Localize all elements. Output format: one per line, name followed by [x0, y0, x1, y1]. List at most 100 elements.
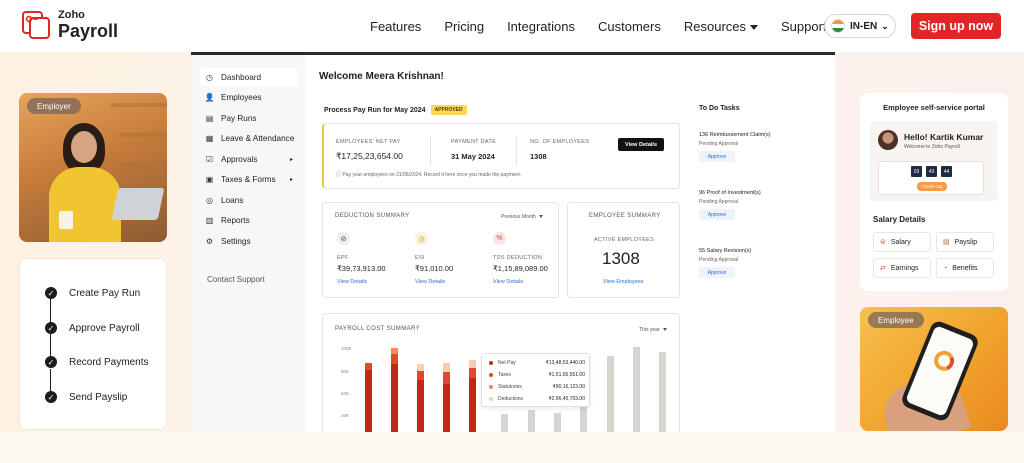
check-icon: ✓ [45, 287, 57, 299]
epf-view-details-link[interactable]: View Details [337, 279, 367, 285]
deduction-period-dropdown[interactable]: Previous Month [501, 214, 543, 220]
nav-pricing[interactable]: Pricing [444, 19, 484, 34]
deduction-summary-panel: DEDUCTION SUMMARY Previous Month ⊘ ◷ % E… [322, 202, 559, 298]
payslip-button[interactable]: ▤ Payslip [936, 232, 994, 252]
ess-greeting-box: Hello! Kartik Kumar Welcome to Zoho Payr… [870, 121, 998, 201]
nav-support[interactable]: Support [781, 19, 827, 34]
deduction-summary-title: DEDUCTION SUMMARY [335, 213, 410, 219]
epf-icon: ⊘ [337, 232, 350, 245]
sidebar-item-loans[interactable]: ◎ Loans [200, 191, 298, 209]
india-flag-icon [831, 19, 845, 33]
payrun-note-text: Pay your employees on 31/05/2024. Record… [342, 172, 522, 178]
laptop-illustration [111, 188, 165, 220]
step-send-payslip: ✓ Send Payslip [45, 391, 127, 403]
y-tick-label: 100K [341, 346, 352, 351]
payslip-icon: ▤ [943, 239, 950, 246]
cost-bar [443, 384, 450, 432]
dashboard-main: Welcome Meera Krishnan! Process Pay Run … [305, 55, 835, 432]
todo-item: 55 Salary Revision(s) Pending Approval A… [699, 248, 751, 278]
employer-person-face [71, 131, 97, 163]
payslip-button-label: Payslip [954, 238, 978, 246]
sidebar-item-taxes-forms[interactable]: ▣ Taxes & Forms ▸ [200, 170, 298, 188]
shelf-decor [111, 103, 167, 107]
cost-bar [469, 368, 476, 378]
payroll-cost-panel: PAYROLL COST SUMMARY This year 100K 80K … [322, 313, 680, 432]
sidebar-item-label: Taxes & Forms [221, 174, 276, 184]
active-employees-label: ACTIVE EMPLOYEES [594, 237, 655, 243]
hero-bottom-strip [0, 432, 1024, 463]
approve-button[interactable]: Approve [699, 209, 735, 220]
chart-tooltip: Net Pay ₹13,48,53,440.00 Taxes ₹1,51,56,55… [481, 353, 590, 407]
cost-bar [365, 363, 372, 370]
benefits-button[interactable]: ◔ Benefits [936, 258, 994, 278]
sidebar-item-leave-attendance[interactable]: ▦ Leave & Attendance [200, 129, 298, 147]
zoho-payroll-logo[interactable]: Zoho Payroll [21, 10, 118, 40]
nav-customers[interactable]: Customers [598, 19, 661, 34]
sidebar-item-label: Reports [221, 215, 250, 225]
todo-name: 136 Reimbursement Claim(s) [699, 132, 771, 138]
signup-button[interactable]: Sign up now [911, 13, 1001, 39]
donut-chart-icon [931, 347, 958, 374]
step-label: Send Payslip [69, 391, 128, 403]
approve-button[interactable]: Approve [699, 267, 735, 278]
cost-bar [469, 360, 476, 368]
cost-bar [554, 413, 561, 432]
loan-icon: ◎ [206, 195, 213, 205]
cost-bar [391, 348, 398, 354]
payrun-note: ⓘ Pay your employees on 31/05/2024. Reco… [336, 171, 521, 178]
sidebar-item-dashboard[interactable]: ◷ Dashboard [200, 68, 298, 86]
tds-value: ₹1,15,89,089.00 [493, 264, 548, 273]
nav-features[interactable]: Features [370, 19, 421, 34]
sidebar-item-pay-runs[interactable]: ▤ Pay Runs [200, 109, 298, 127]
check-out-button[interactable]: Check Out [917, 182, 947, 191]
approve-button[interactable]: Approve [699, 151, 735, 162]
tooltip-row: Taxes ₹1,51,56,551.00 [489, 372, 585, 378]
cost-bar [391, 354, 398, 364]
y-tick-label: 80K [341, 369, 350, 374]
cost-bar [528, 410, 535, 432]
tds-view-details-link[interactable]: View Details [493, 279, 523, 285]
employer-photo-card: Employer [19, 93, 167, 242]
epf-label: EPF [337, 255, 349, 261]
earnings-button[interactable]: ⇄ Earnings [873, 258, 931, 278]
earnings-button-label: Earnings [890, 264, 919, 272]
cost-bar [417, 364, 424, 371]
view-details-button[interactable]: View Details [618, 138, 664, 151]
todo-title: To Do Tasks [699, 105, 740, 112]
esi-view-details-link[interactable]: View Details [415, 279, 445, 285]
sidebar-item-reports[interactable]: ▥ Reports [200, 211, 298, 229]
language-selector[interactable]: IN-EN ⌄ [824, 14, 896, 38]
tooltip-value: ₹1,51,56,551.00 [548, 372, 585, 378]
sidebar-item-settings[interactable]: ⚙ Settings [200, 232, 298, 250]
cost-bar [443, 372, 450, 384]
payroll-logo-icon [22, 11, 50, 39]
status-badge: APPROVED [430, 105, 467, 115]
sidebar-item-approvals[interactable]: ☑ Approvals ▸ [200, 150, 298, 168]
phone-screen [905, 325, 975, 417]
nav-resources[interactable]: Resources [684, 19, 758, 34]
contact-support-link[interactable]: Contact Support [207, 275, 265, 284]
net-pay-value: ₹17,25,23,654.00 [336, 151, 403, 161]
cost-period-dropdown[interactable]: This year [639, 327, 667, 333]
active-employees-value: 1308 [602, 249, 640, 268]
step-record-payments: ✓ Record Payments [45, 356, 148, 368]
cost-bar [443, 363, 450, 372]
nav-integrations[interactable]: Integrations [507, 19, 575, 34]
cost-bar [417, 380, 424, 432]
check-icon: ✓ [45, 356, 57, 368]
view-employees-link[interactable]: View Employees [603, 279, 644, 285]
salary-button[interactable]: ⊜ Salary [873, 232, 931, 252]
tds-label: TDS DEDUCTION [493, 255, 543, 261]
clock-minutes: 43 [926, 166, 937, 177]
logo-zoho-text: Zoho [58, 9, 85, 21]
clock-icon: ◷ [206, 72, 213, 82]
shelf-decor [119, 163, 167, 167]
sidebar-item-employees[interactable]: 👤 Employees [200, 88, 298, 106]
tooltip-label: Statutories [498, 384, 522, 390]
epf-value: ₹39,73,913.00 [337, 264, 386, 273]
esi-icon: ◷ [415, 232, 428, 245]
tooltip-label: Taxes [498, 372, 512, 378]
earnings-icon: ⇄ [880, 265, 886, 272]
esi-value: ₹91,010.00 [415, 264, 454, 273]
sidebar-item-label: Settings [221, 236, 251, 246]
